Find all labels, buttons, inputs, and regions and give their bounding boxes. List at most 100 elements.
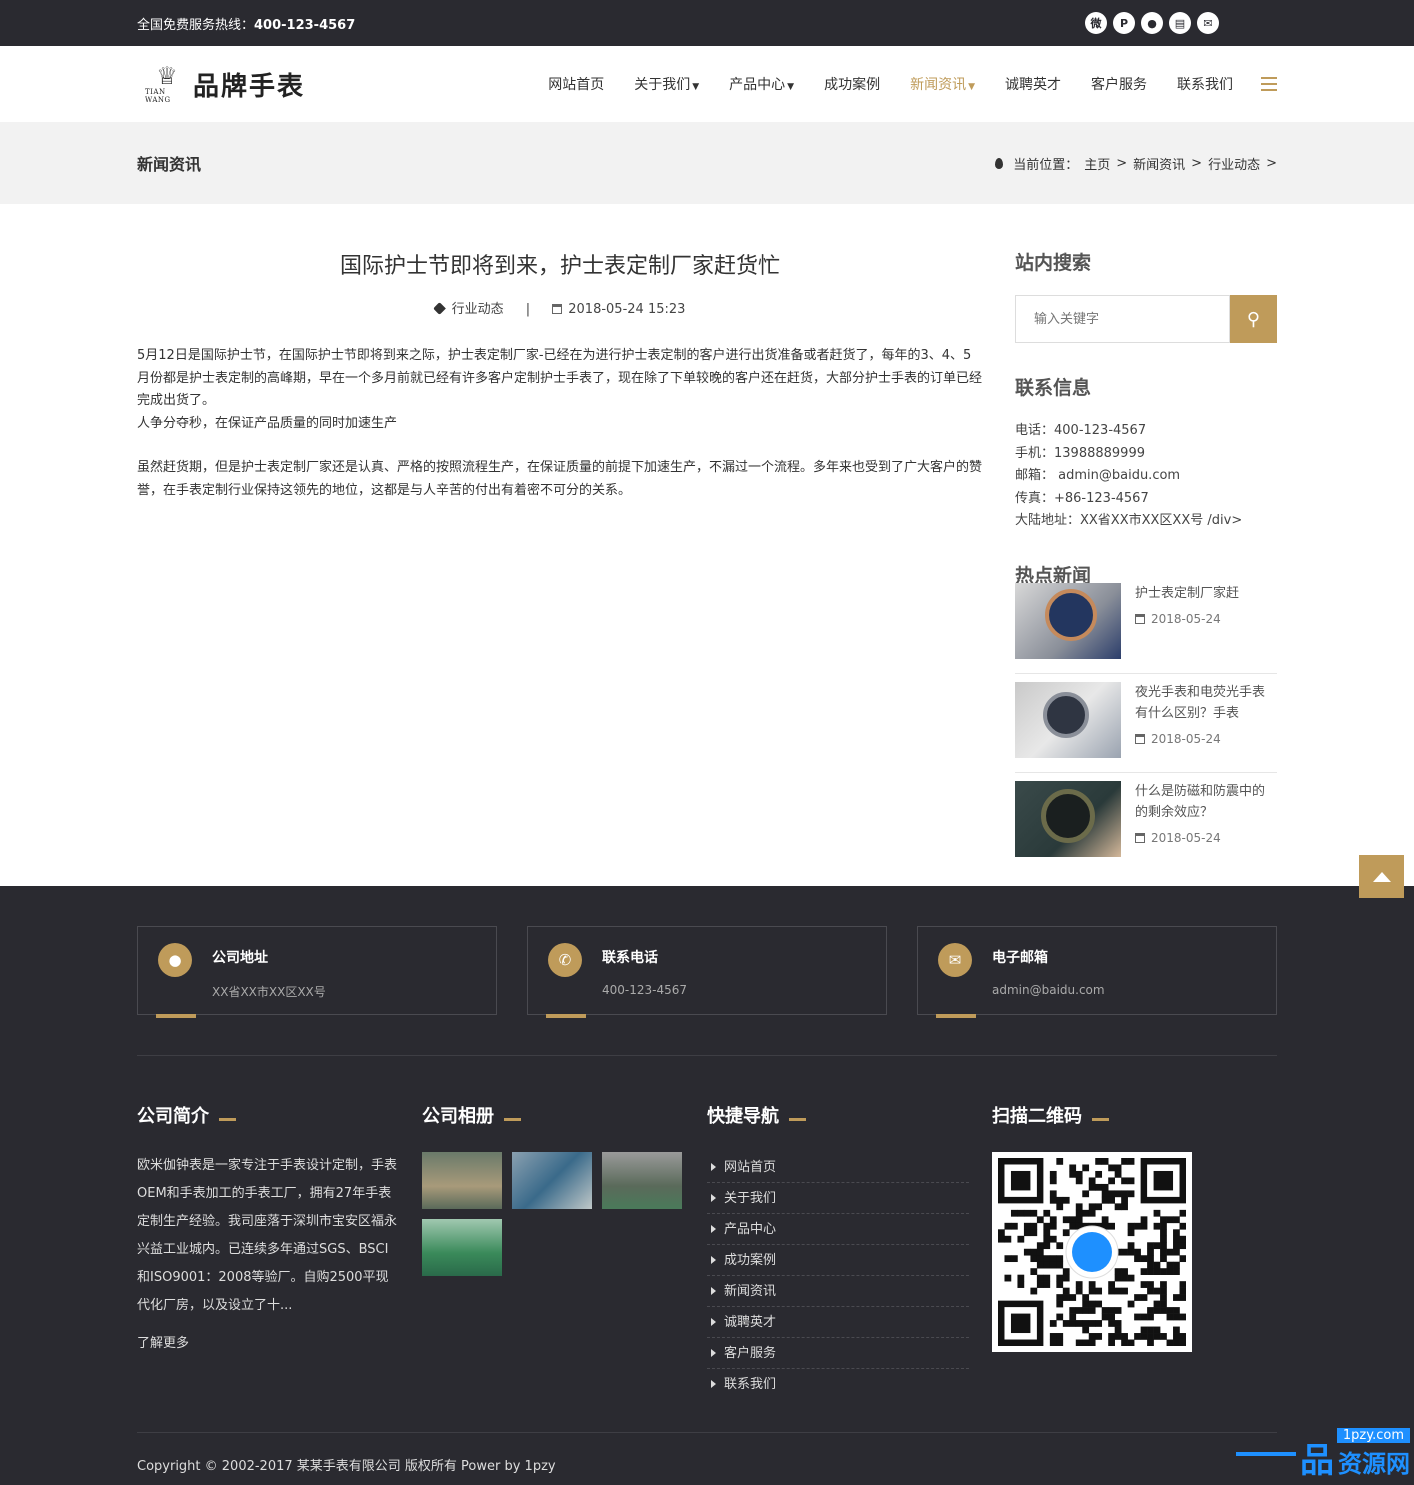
quick-nav: 快捷导航 网站首页 关于我们 产品中心 成功案例 新闻资讯 诚聘英才 客户服务 … [707, 1102, 992, 1400]
article-title: 国际护士节即将到来，护士表定制厂家赶货忙 [339, 254, 780, 279]
mail-icon[interactable]: ✉ [1197, 12, 1219, 34]
main-content: 国际护士节即将到来，护士表定制厂家赶货忙 行业动态 | 2018-05-24 1… [0, 204, 1414, 886]
article-paragraph: 人争分夺秒，在保证产品质量的同时加速生产 [137, 415, 398, 431]
search-button[interactable]: ⚲ [1230, 295, 1277, 343]
album-photo[interactable] [422, 1152, 502, 1209]
hot-news-link[interactable]: 什么是防磁和防震中的的剩余效应？ [1135, 781, 1277, 823]
main-nav: 网站首页 关于我们 ▼ 产品中心 ▼ 成功案例 新闻资讯 ▼ 诚聘英才 客户服务 联系… [518, 74, 1277, 94]
site-footer: ● 公司地址 XX省XX市XX区XX号 ✆ 联系电话 400-123-4567 … [0, 886, 1414, 1485]
album-photo[interactable] [512, 1152, 592, 1209]
article-date: 2018-05-24 15:23 [568, 302, 686, 317]
learn-more-link[interactable]: 了解更多 [137, 1332, 422, 1351]
hot-news-item[interactable]: 护士表定制厂家赶 2018-05-24 [1015, 575, 1277, 674]
contact-address: 大陆地址：XX省XX市XX区XX号 /div> [1015, 513, 1243, 528]
contact-phone: 电话：400-123-4567 [1015, 423, 1147, 438]
album-photo[interactable] [422, 1219, 502, 1276]
logo[interactable]: ♕ TIAN WANG 品牌手表 [145, 64, 305, 104]
crown-icon: ♕ TIAN WANG [145, 62, 178, 104]
quick-nav-title: 快捷导航 [707, 1102, 992, 1128]
article: 国际护士节即将到来，护士表定制厂家赶货忙 行业动态 | 2018-05-24 1… [137, 248, 983, 871]
map-marker-icon: ● [158, 943, 192, 977]
breadcrumb-industry[interactable]: 行业动态 [1208, 154, 1260, 173]
album-title: 公司相册 [422, 1102, 707, 1128]
watch-thumbnail[interactable] [1015, 681, 1121, 758]
logo-text: 品牌手表 [193, 71, 306, 102]
nav-jobs[interactable]: 诚聘英才 [1005, 74, 1061, 94]
hot-news-link[interactable]: 护士表定制厂家赶 [1135, 583, 1239, 604]
intro-title: 公司简介 [137, 1102, 422, 1128]
breadcrumb-home[interactable]: 主页 [1084, 154, 1110, 173]
tag-icon [432, 302, 446, 315]
qr-code-icon [992, 1152, 1192, 1352]
hot-news-link[interactable]: 夜光手表和电荧光手表有什么区别？手表 [1135, 682, 1277, 724]
article-meta: 行业动态 | 2018-05-24 15:23 [137, 298, 983, 317]
hot-news-title: 热点新闻 [1015, 564, 1092, 587]
watermark-domain: 1pzy.com [1336, 1428, 1410, 1443]
nav-contact[interactable]: 联系我们 [1177, 74, 1233, 94]
page-banner: 新闻资讯 当前位置： 主页 > 新闻资讯 > 行业动态 > [0, 122, 1414, 204]
envelope-icon: ✉ [938, 943, 972, 977]
company-intro: 公司简介 欧米伽钟表是一家专注于手表设计定制，手表OEM和手表加工的手表工厂，拥… [137, 1102, 422, 1400]
arrow-up-icon [1372, 871, 1391, 882]
contact-mobile: 手机：13988889999 [1015, 445, 1145, 461]
cart-icon[interactable]: ▤ [1169, 12, 1191, 34]
intro-text: 欧米伽钟表是一家专注于手表设计定制，手表OEM和手表加工的手表工厂，拥有27年手… [137, 1158, 398, 1313]
calendar-icon [1135, 733, 1145, 744]
breadcrumb: 当前位置： 主页 > 新闻资讯 > 行业动态 > [995, 154, 1277, 173]
top-bar: 全国免费服务热线：400-123-4567 微 P ● ▤ ✉ [0, 0, 1414, 46]
site-header: ♕ TIAN WANG 品牌手表 网站首页 关于我们 ▼ 产品中心 ▼ 成功案例 新… [0, 46, 1414, 122]
page-title: 新闻资讯 [137, 155, 202, 174]
breadcrumb-label: 当前位置： [1013, 157, 1079, 173]
watch-thumbnail[interactable] [1015, 582, 1121, 659]
hot-news: 热点新闻 护士表定制厂家赶 2018-05-24 夜光手表和电荧光手表有什么区别… [1015, 561, 1277, 871]
address-card: ● 公司地址 XX省XX市XX区XX号 [137, 926, 497, 1018]
article-category[interactable]: 行业动态 [452, 302, 504, 317]
caret-down-icon: ▼ [692, 82, 700, 92]
search-input[interactable] [1015, 295, 1230, 343]
hot-news-item[interactable]: 夜光手表和电荧光手表有什么区别？手表 2018-05-24 [1015, 674, 1277, 773]
nav-home[interactable]: 网站首页 [548, 74, 604, 94]
album-photo[interactable] [602, 1152, 682, 1209]
sidebar: 站内搜索 ⚲ 联系信息 电话：400-123-4567 手机：139888899… [1015, 248, 1277, 871]
article-paragraph: 虽然赶货期，但是护士表定制厂家还是认真、严格的按照流程生产，在保证质量的前提下加… [137, 460, 983, 498]
nav-cases[interactable]: 成功案例 [824, 74, 880, 94]
caret-down-icon: ▼ [968, 82, 975, 92]
watermark-text: 资源网 [1338, 1449, 1410, 1478]
article-body: 5月12日是国际护士节，在国际护士节即将到来之际，护士表定制厂家-已经在为进行护… [137, 345, 983, 502]
calendar-icon [1135, 832, 1145, 843]
calendar-icon [552, 304, 563, 314]
search-icon: ⚲ [1246, 308, 1261, 329]
hamburger-menu-icon[interactable] [1261, 77, 1277, 91]
nav-products[interactable]: 产品中心 ▼ [729, 74, 794, 94]
quick-nav-link[interactable]: 客户服务 [707, 1338, 969, 1369]
quick-nav-link[interactable]: 网站首页 [707, 1152, 969, 1183]
pinterest-icon[interactable]: P [1113, 12, 1135, 34]
hotline-label: 全国免费服务热线： [137, 17, 255, 33]
qq-icon[interactable]: ● [1141, 12, 1163, 34]
quick-nav-link[interactable]: 新闻资讯 [707, 1276, 969, 1307]
quick-nav-link[interactable]: 诚聘英才 [707, 1307, 969, 1338]
contact-fax: 传真：+86-123-4567 [1015, 490, 1149, 506]
watch-thumbnail[interactable] [1015, 780, 1121, 857]
phone-icon: ✆ [548, 943, 582, 977]
search-box: ⚲ [1015, 295, 1277, 343]
company-album: 公司相册 [422, 1102, 707, 1400]
hot-news-item[interactable]: 什么是防磁和防震中的的剩余效应？ 2018-05-24 [1015, 773, 1277, 871]
quick-nav-link[interactable]: 联系我们 [707, 1369, 969, 1400]
watermark: 1pzy.com 品 资源网 [1236, 1428, 1410, 1479]
qr-title: 扫描二维码 [992, 1102, 1277, 1128]
nav-about[interactable]: 关于我们 ▼ [634, 74, 699, 94]
nav-service[interactable]: 客户服务 [1091, 74, 1147, 94]
breadcrumb-news[interactable]: 新闻资讯 [1133, 154, 1185, 173]
quick-nav-link[interactable]: 成功案例 [707, 1245, 969, 1276]
copyright: Copyright © 2002-2017 某某手表有限公司 版权所有 Powe… [137, 1459, 556, 1474]
caret-down-icon: ▼ [787, 82, 795, 92]
map-marker-icon [995, 157, 1004, 169]
quick-nav-link[interactable]: 关于我们 [707, 1183, 969, 1214]
hotline-number: 400-123-4567 [254, 17, 356, 33]
weibo-icon[interactable]: 微 [1085, 12, 1107, 34]
social-icons: 微 P ● ▤ ✉ [1085, 12, 1219, 34]
back-to-top-button[interactable] [1359, 855, 1404, 898]
nav-news[interactable]: 新闻资讯 ▼ [910, 74, 975, 94]
quick-nav-link[interactable]: 产品中心 [707, 1214, 969, 1245]
